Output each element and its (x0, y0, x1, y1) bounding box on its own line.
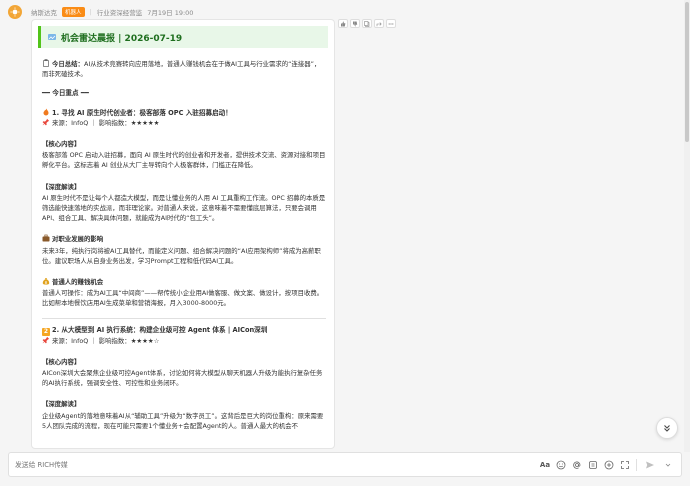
group-name: 行业资深经营监 (96, 9, 143, 17)
banner-title: 机会雷达晨报 | 2026-07-19 (61, 33, 183, 44)
thumbs-down-button[interactable] (350, 19, 360, 28)
summary-label: 今日总结： (52, 60, 84, 68)
pin-icon (42, 118, 50, 126)
message-time: 7月19日 19:00 (147, 9, 194, 17)
send-options-button[interactable] (663, 460, 673, 470)
emoji-button[interactable] (556, 460, 566, 470)
plus-circle-icon (604, 460, 614, 469)
expand-icon (621, 460, 629, 469)
scrollbar-thumb[interactable] (685, 2, 689, 142)
core-heading: 【核心内容】 (42, 140, 81, 149)
send-button[interactable] (643, 459, 657, 471)
avatar[interactable] (8, 5, 22, 19)
thumbs-up-icon (341, 21, 346, 26)
composer-tools: Aa (540, 458, 681, 471)
sun-icon (10, 7, 20, 17)
chance-heading: $ 普通人的赚钱机会 (42, 277, 326, 287)
deep-heading: 【深度解读】 (42, 182, 81, 191)
reaction-bar (338, 19, 396, 28)
command-icon (589, 460, 597, 469)
clipboard-icon (42, 59, 50, 67)
thumbs-up-button[interactable] (338, 19, 348, 28)
scrollbar[interactable] (684, 0, 690, 452)
report-content: 今日总结：AI从技术竞赛转向应用落地，普通人赚钱机会在于做AI工具与行业需求的“… (32, 48, 334, 431)
news-item-title: 2 2. 从大模型到 AI 执行系统：构建企业级可控 Agent 体系 | AIC… (42, 325, 268, 336)
career-heading: 对职业发展的影响 (42, 234, 326, 244)
core-text: 极客部落 OPC 启动入驻招募，面向 AI 原生时代的创业者和开发者，提供技术交… (42, 151, 326, 170)
number-badge: 2 (42, 327, 50, 336)
scroll-to-bottom-button[interactable] (656, 417, 678, 439)
radar-icon (48, 34, 56, 40)
report-banner: 机会雷达晨报 | 2026-07-19 (38, 26, 328, 48)
news-item-meta: 来源：InfoQ ｜ 影响指数：★★★★★ (42, 118, 326, 128)
add-button[interactable] (604, 460, 614, 470)
chevron-down-icon (665, 463, 671, 467)
daily-summary: 今日总结：AI从技术竞赛转向应用落地，普通人赚钱机会在于做AI工具与行业需求的“… (42, 59, 326, 79)
emoji-icon (556, 460, 566, 469)
more-button[interactable] (386, 19, 396, 28)
shortcut-button[interactable] (588, 460, 598, 470)
money-bag-icon: $ (42, 277, 50, 285)
message-composer: Aa (8, 452, 682, 477)
tools-divider (636, 458, 637, 471)
format-text-button[interactable]: Aa (540, 460, 550, 470)
pin-icon (42, 336, 50, 344)
more-icon (388, 22, 394, 25)
sender-name[interactable]: 纳斯达克 (31, 7, 57, 17)
core-text: AICon深圳大会聚焦企业级可控Agent体系，讨论如何将大模型从聊天机器人升级… (42, 369, 323, 388)
at-icon (573, 461, 581, 469)
message-input[interactable] (9, 460, 540, 469)
expand-button[interactable] (620, 460, 630, 470)
mention-button[interactable] (572, 460, 582, 470)
share-icon (376, 21, 382, 26)
chat-window: 纳斯达克 机器人 | 行业资深经营监 7月19日 19:00 机会雷达晨报 | … (0, 0, 690, 486)
send-icon (646, 461, 654, 468)
robot-badge: 机器人 (62, 7, 85, 17)
chance-text: 普通人可操作：成为AI工具“中间商”——帮传统小企业用AI做客服、做文案、做设计… (42, 289, 324, 308)
header-divider: | (89, 8, 92, 16)
section-title: ━━ 今日重点 ━━ (42, 89, 89, 98)
news-item-title: 1. 寻找 AI 原生时代创业者：极客部落 OPC 入驻招募启动！ (42, 108, 326, 118)
thumbs-down-icon (353, 21, 358, 26)
fire-icon (42, 108, 50, 116)
chevron-double-down-icon (664, 425, 670, 432)
deep-heading: 【深度解读】 (42, 400, 81, 409)
copy-button[interactable] (362, 19, 372, 28)
news-item-meta: 来源：InfoQ ｜ 影响指数：★★★★☆ (42, 336, 326, 346)
item-divider (42, 317, 326, 319)
briefcase-icon (42, 234, 50, 242)
copy-icon (364, 20, 370, 27)
career-text: 未来3年，纯执行岗将被AI工具替代，而能定义问题、组合解决问题的“AI应用架构师… (42, 246, 321, 265)
share-button[interactable] (374, 19, 384, 28)
deep-text: AI 原生时代不是让每个人都造大模型，而是让懂业务的人用 AI 工具重构工作流。… (42, 193, 326, 223)
deep-text: 企业级Agent的落地意味着AI从“辅助工具”升级为“数字员工”。这背后是巨大的… (42, 411, 324, 430)
core-heading: 【核心内容】 (42, 357, 81, 366)
summary-text: AI从技术竞赛转向应用落地，普通人赚钱机会在于做AI工具与行业需求的“连接器”，… (42, 60, 321, 79)
message-card: 机会雷达晨报 | 2026-07-19 今日总结：AI从技术竞赛转向应用落地，普… (31, 19, 335, 449)
message-header: 纳斯达克 机器人 | 行业资深经营监 7月19日 19:00 (31, 7, 193, 17)
